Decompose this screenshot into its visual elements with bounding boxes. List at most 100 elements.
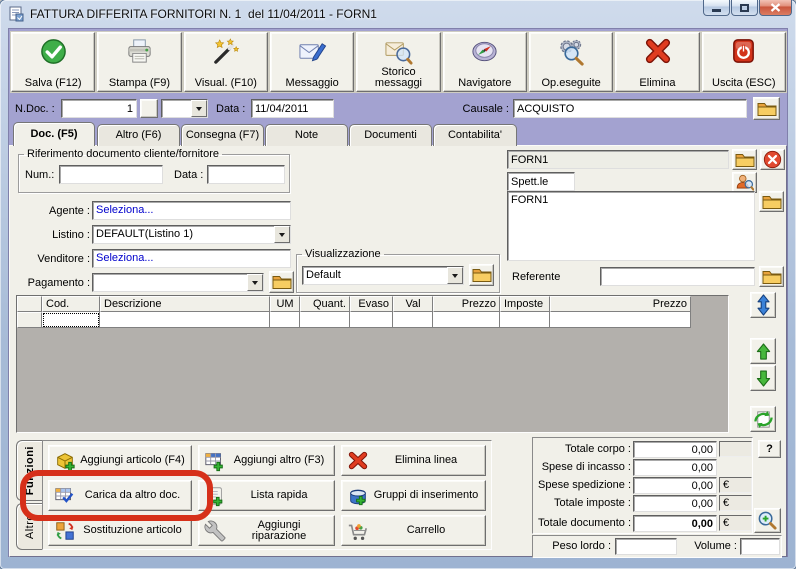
supplier-lookup-button[interactable] xyxy=(732,149,757,170)
row-selector-cell[interactable] xyxy=(17,312,42,328)
row-up-button[interactable] xyxy=(750,338,776,364)
visualizzazione-legend: Visualizzazione xyxy=(305,248,381,260)
row-down-button[interactable] xyxy=(750,365,776,391)
val-cell[interactable] xyxy=(393,312,433,328)
evaso-cell[interactable] xyxy=(350,312,393,328)
visualizzazione-lookup-button[interactable] xyxy=(469,264,494,286)
pagamento-lookup-button[interactable] xyxy=(269,271,294,293)
side-tab-funzioni[interactable]: Funzioni xyxy=(16,440,42,501)
visual-button[interactable]: Visual. (F10) xyxy=(183,32,268,92)
cod-cell-focused[interactable] xyxy=(42,312,100,328)
data-input[interactable] xyxy=(251,99,334,118)
uscita-button[interactable]: Uscita (ESC) xyxy=(701,32,786,92)
pagamento-value xyxy=(93,274,247,291)
totals-help-button[interactable]: ? xyxy=(758,440,781,458)
ref-num-label: Num.: xyxy=(25,169,55,181)
visualizzazione-dropdown[interactable]: Default xyxy=(302,266,464,285)
um-cell[interactable] xyxy=(270,312,300,328)
totale-imposte-input[interactable] xyxy=(633,495,717,512)
help-label: ? xyxy=(766,443,773,455)
totale-imposte-label: Totale imposte : xyxy=(553,497,631,509)
grid-header-imposte: Imposte xyxy=(500,296,550,312)
ndoc-input[interactable] xyxy=(61,99,137,118)
contact-search-button[interactable] xyxy=(732,172,757,193)
visualizzazione-dropdown-button[interactable] xyxy=(447,267,463,284)
aggiungi-riparazione-button[interactable]: Aggiungi riparazione xyxy=(198,515,335,546)
tab-note[interactable]: Note xyxy=(265,124,348,146)
serie-dropdown[interactable] xyxy=(161,99,208,118)
tab-altro[interactable]: Altro (F6) xyxy=(97,124,180,146)
supplier-code-field[interactable] xyxy=(507,150,729,169)
aggiungi-altro-button[interactable]: Aggiungi altro (F3) xyxy=(198,445,335,476)
pagamento-dropdown-button[interactable] xyxy=(247,274,263,291)
totals-zoom-button[interactable] xyxy=(754,508,781,533)
totale-documento-input[interactable] xyxy=(633,515,717,532)
venditore-field[interactable]: Seleziona... xyxy=(92,249,291,268)
elimina-linea-button[interactable]: Elimina linea xyxy=(341,445,486,476)
move-row-button[interactable] xyxy=(750,292,776,318)
listino-dropdown-button[interactable] xyxy=(274,226,290,243)
referente-input[interactable] xyxy=(600,267,755,286)
chevron-down-icon xyxy=(196,106,202,111)
volume-label: Volume : xyxy=(694,540,737,552)
supplier-clear-button[interactable] xyxy=(760,149,785,170)
messaggio-button[interactable]: Messaggio xyxy=(269,32,355,92)
repair-wrench-icon xyxy=(204,520,226,542)
volume-input[interactable] xyxy=(740,538,780,555)
lista-rapida-button[interactable]: Lista rapida xyxy=(198,480,335,511)
totale-corpo-input[interactable] xyxy=(633,441,717,458)
salutation-field[interactable] xyxy=(507,172,575,191)
referente-lookup-button[interactable] xyxy=(759,266,784,287)
agente-field[interactable]: Seleziona... xyxy=(92,201,291,220)
spese-incasso-input[interactable] xyxy=(633,459,717,476)
salva-label: Salva (F12) xyxy=(24,77,82,89)
maximize-button[interactable] xyxy=(731,0,758,16)
lines-grid[interactable]: Cod. Descrizione UM Quant. Evaso Val Pre… xyxy=(16,295,729,433)
tab-contabilita-label: Contabilita' xyxy=(447,129,503,141)
tab-documenti[interactable]: Documenti xyxy=(349,124,432,146)
quant-cell[interactable] xyxy=(300,312,350,328)
prezzo2-cell[interactable] xyxy=(550,312,691,328)
ndoc-label: N.Doc. : xyxy=(15,103,55,115)
carrello-button[interactable]: Carrello xyxy=(341,515,486,546)
peso-lordo-input[interactable] xyxy=(615,538,677,555)
causale-lookup-button[interactable] xyxy=(753,97,780,120)
causale-input[interactable] xyxy=(513,99,747,118)
stampa-button[interactable]: Stampa (F9) xyxy=(97,32,182,92)
salva-button[interactable]: Salva (F12) xyxy=(11,32,96,92)
side-tab-altro[interactable]: Altro xyxy=(16,503,42,550)
tab-consegna[interactable]: Consegna (F7) xyxy=(181,124,264,146)
op-eseguite-button[interactable]: Op.eseguite xyxy=(528,32,614,92)
grid-empty-row[interactable] xyxy=(17,312,691,328)
listino-label: Listino : xyxy=(52,229,90,241)
compass-icon xyxy=(472,41,497,62)
descrizione-cell[interactable] xyxy=(100,312,270,328)
tab-contabilita[interactable]: Contabilita' xyxy=(433,124,517,146)
listino-dropdown[interactable]: DEFAULT(Listino 1) xyxy=(92,225,291,244)
aggiungi-articolo-button[interactable]: Aggiungi articolo (F4) xyxy=(48,445,192,476)
tab-doc[interactable]: Doc. (F5) xyxy=(13,122,95,146)
spese-spedizione-input[interactable] xyxy=(633,477,717,494)
minimize-button[interactable] xyxy=(703,0,730,16)
pagamento-dropdown[interactable] xyxy=(92,273,264,292)
carica-da-altro-doc-button[interactable]: Carica da altro doc. xyxy=(48,480,192,511)
storico-messaggi-button[interactable]: Storico messaggi xyxy=(356,32,441,92)
ref-date-input[interactable] xyxy=(207,165,285,184)
box-add-icon xyxy=(57,452,75,471)
serie-dropdown-button[interactable] xyxy=(191,100,207,117)
listino-value: DEFAULT(Listino 1) xyxy=(96,228,193,240)
supplier-address-textarea[interactable]: FORN1 xyxy=(507,191,755,261)
spese-spedizione-label: Spese spedizione : xyxy=(538,479,631,491)
sostituzione-articolo-button[interactable]: Sostituzione articolo xyxy=(48,515,192,546)
close-button[interactable] xyxy=(759,0,792,16)
refresh-button[interactable] xyxy=(750,406,776,432)
ref-num-input[interactable] xyxy=(59,165,163,184)
folder-icon xyxy=(762,270,781,284)
address-lookup-button[interactable] xyxy=(759,191,784,212)
gruppi-inserimento-button[interactable]: Gruppi di inserimento xyxy=(341,480,486,511)
prezzo-cell[interactable] xyxy=(433,312,500,328)
ndoc-lookup-button[interactable] xyxy=(140,99,158,118)
elimina-button[interactable]: Elimina xyxy=(615,32,700,92)
imposte-cell[interactable] xyxy=(500,312,550,328)
navigatore-button[interactable]: Navigatore xyxy=(442,32,527,92)
